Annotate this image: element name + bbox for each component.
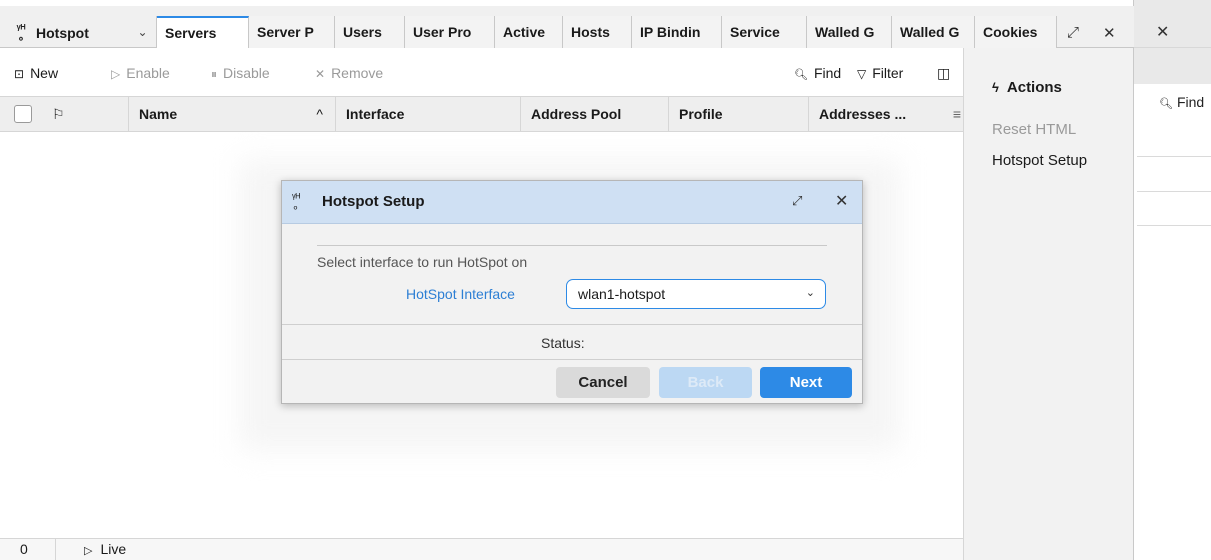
status-divider	[55, 539, 56, 560]
column-addresses-per-mac[interactable]: Addresses ... ≡	[808, 97, 963, 133]
hotspot-setup-action[interactable]: Hotspot Setup	[992, 152, 1087, 169]
next-button[interactable]: Next	[760, 367, 852, 398]
background-row-divider	[1137, 225, 1211, 226]
hotspot-interface-label: HotSpot Interface	[406, 286, 515, 302]
hotspot-setup-dialog: ᵞᴴ ∘ Hotspot Setup ⤢ ✕ Select interface t…	[281, 180, 863, 404]
tab-ip-bindings[interactable]: IP Bindin	[632, 16, 722, 48]
window-title: ᵞᴴ ∘ Hotspot	[12, 18, 89, 48]
toolbar: ⊡ New ▷ Enable ⏸︎ Disable ✕ Remove 🔍︎ Find ▽ F…	[0, 61, 960, 87]
reset-html-action[interactable]: Reset HTML	[992, 121, 1076, 138]
flag-column-icon[interactable]: ⚐	[52, 97, 65, 131]
remove-button[interactable]: ✕ Remove	[315, 65, 383, 81]
chevron-down-icon: ⌄	[805, 287, 815, 299]
dialog-title-bar[interactable]: ᵞᴴ ∘ Hotspot Setup ⤢ ✕	[282, 181, 862, 224]
hotspot-interface-select[interactable]: wlan1-hotspot ⌄	[566, 279, 826, 309]
filter-button[interactable]: ▽ Filter	[857, 65, 903, 81]
status-bar: 0 ▷ Live	[0, 538, 963, 560]
back-button[interactable]: Back	[659, 367, 752, 398]
tab-service-ports[interactable]: Service	[722, 16, 807, 48]
dialog-divider	[282, 324, 862, 325]
cancel-button[interactable]: Cancel	[556, 367, 650, 398]
maximize-icon[interactable]: ⤢	[792, 193, 802, 209]
play-icon: ▷	[111, 67, 121, 81]
pause-icon: ⏸︎	[211, 67, 218, 81]
column-menu-icon[interactable]: ≡	[953, 97, 961, 131]
maximize-icon[interactable]: ⤢	[1067, 24, 1079, 41]
sort-ascending-icon: ^	[316, 106, 323, 122]
dialog-instruction: Select interface to run HotSpot on	[317, 254, 528, 270]
tab-bar: ᵞᴴ ∘ Hotspot ⌄ Servers Server P Users User…	[0, 6, 1134, 48]
dialog-divider	[317, 245, 827, 246]
close-icon[interactable]: ✕	[835, 191, 848, 211]
actions-panel: ϟ Actions Reset HTML Hotspot Setup	[963, 48, 1133, 560]
enable-button[interactable]: ▷ Enable	[111, 65, 170, 81]
tab-walled-garden-ip[interactable]: Walled G	[892, 16, 975, 48]
background-close-icon[interactable]: ✕	[1156, 22, 1169, 42]
column-interface[interactable]: Interface	[335, 97, 520, 133]
tab-server-profiles[interactable]: Server P	[249, 16, 335, 48]
tab-servers[interactable]: Servers	[157, 16, 249, 48]
item-count: 0	[20, 541, 28, 557]
disable-button[interactable]: ⏸︎ Disable	[211, 65, 270, 82]
hotspot-icon: ᵞᴴ ∘	[16, 23, 26, 46]
actions-icon: ϟ	[992, 80, 999, 95]
background-row-divider	[1137, 156, 1211, 157]
new-icon: ⊡	[14, 67, 25, 81]
hotspot-interface-value: wlan1-hotspot	[578, 286, 666, 302]
dialog-title: Hotspot Setup	[322, 193, 425, 210]
filter-icon: ▽	[857, 67, 867, 81]
tab-menu-chevron-icon[interactable]: ⌄	[129, 16, 157, 48]
remove-icon: ✕	[315, 67, 326, 81]
tab-users[interactable]: Users	[335, 16, 405, 48]
dialog-status: Status:	[541, 335, 585, 351]
live-toggle[interactable]: ▷ Live	[84, 541, 126, 557]
tab-walled-garden[interactable]: Walled G	[807, 16, 892, 48]
tab-hosts[interactable]: Hosts	[563, 16, 632, 48]
column-name[interactable]: Name ^	[128, 97, 335, 133]
tab-cookies[interactable]: Cookies	[975, 16, 1057, 48]
new-button[interactable]: ⊡ New	[14, 65, 58, 81]
column-header-row: ⚐ Name ^ Interface Address Pool Profile …	[0, 96, 963, 133]
find-button[interactable]: 🔍︎ Find	[794, 65, 841, 81]
tab-user-profiles[interactable]: User Pro	[405, 16, 495, 48]
column-profile[interactable]: Profile	[668, 97, 808, 133]
background-find-button[interactable]: 🔍︎ Find	[1159, 94, 1204, 110]
close-icon[interactable]: ✕	[1103, 24, 1116, 42]
search-icon: 🔍︎	[1159, 98, 1173, 110]
column-address-pool[interactable]: Address Pool	[520, 97, 668, 133]
select-all-checkbox[interactable]	[14, 105, 32, 123]
actions-title: ϟ Actions	[992, 79, 1062, 96]
background-row-divider	[1137, 191, 1211, 192]
hotspot-icon: ᵞᴴ ∘	[292, 192, 301, 214]
dialog-divider	[282, 359, 862, 360]
tab-active[interactable]: Active	[495, 16, 563, 48]
search-icon: 🔍︎	[794, 69, 808, 81]
play-icon: ▷	[84, 545, 93, 557]
panel-toggle-icon[interactable]: ◫	[937, 65, 950, 82]
